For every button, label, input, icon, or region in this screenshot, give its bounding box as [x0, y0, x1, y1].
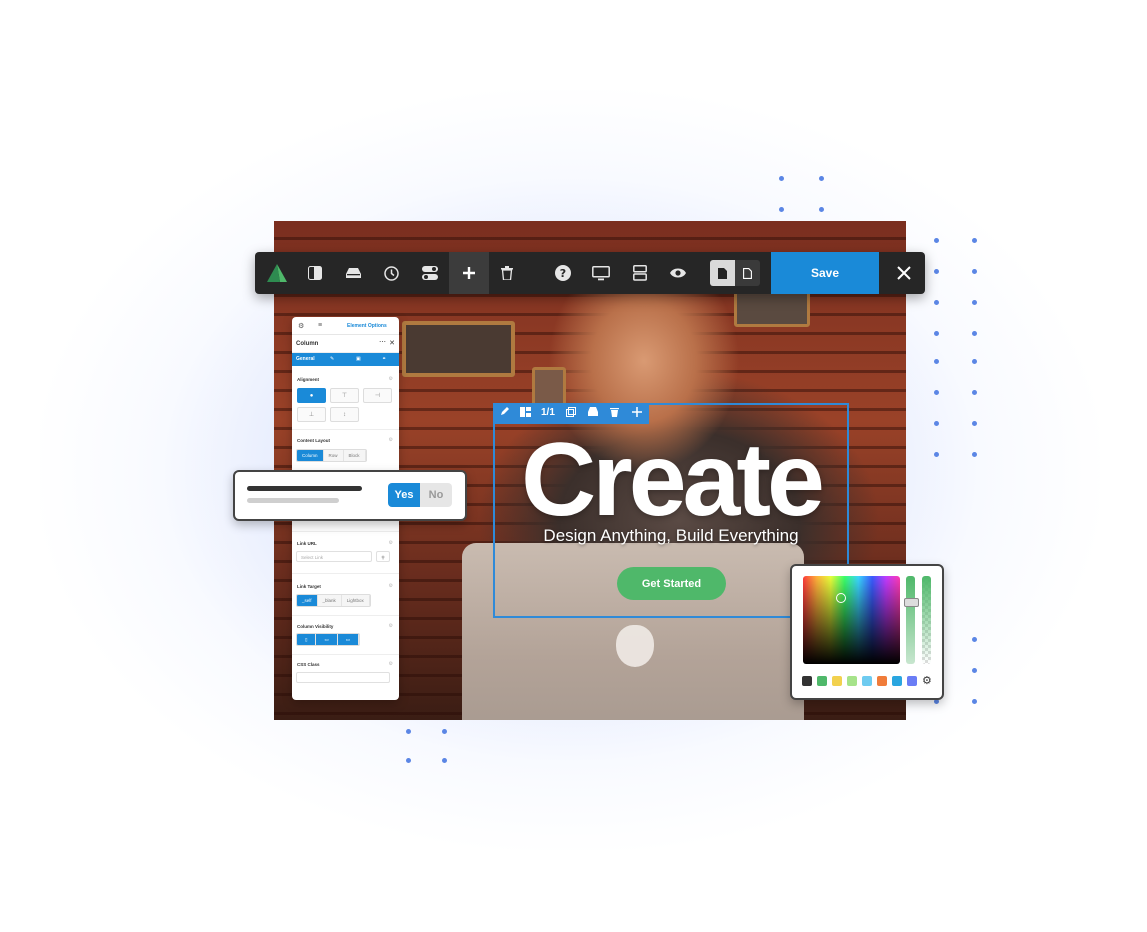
add-icon[interactable] [449, 252, 489, 294]
yes-no-toggle-card: Yes No [233, 470, 467, 521]
history-icon[interactable] [373, 252, 409, 294]
color-picker: ⚙ [790, 564, 944, 700]
color-swatch[interactable] [802, 676, 812, 686]
css-class-input[interactable] [296, 672, 390, 683]
layout-row-option[interactable]: Row [323, 450, 344, 461]
column-toolbar: 1/1 [493, 403, 649, 424]
tab-style-icon[interactable]: ✎ [330, 356, 334, 362]
color-swatch[interactable] [832, 676, 842, 686]
settings-icon[interactable]: ⚙ [298, 322, 304, 330]
desktop-icon[interactable] [583, 252, 619, 294]
panel-close-icon[interactable]: ✕ [389, 339, 395, 347]
panel-title-row: Column ⋯ ✕ [292, 335, 399, 353]
target-self-option[interactable]: _self [297, 595, 318, 606]
tablet-visibility-icon[interactable]: ▭ [316, 634, 338, 645]
color-selector-handle[interactable] [836, 593, 846, 603]
visibility-segmented: ▯ ▭ ▭ [296, 633, 361, 646]
tab-general[interactable]: General [296, 356, 315, 362]
no-option[interactable]: No [420, 483, 452, 507]
divider [292, 573, 399, 574]
page-blank-icon[interactable] [735, 260, 760, 286]
color-swatch[interactable] [862, 676, 872, 686]
tab-link-icon[interactable]: ⚭ [382, 356, 386, 362]
columns-icon[interactable] [520, 407, 531, 420]
color-swatch[interactable] [892, 676, 902, 686]
link-target-settings-icon[interactable]: ⚙ [389, 583, 393, 589]
link-url-input[interactable]: Select Link [296, 551, 372, 562]
page-icon[interactable] [710, 260, 735, 286]
layout-block-option[interactable]: Block [343, 450, 366, 461]
align-top-button[interactable]: ⊤ [330, 388, 359, 403]
section-link-target-label: Link Target [297, 584, 321, 589]
panel-title: Column [296, 341, 319, 347]
content-layout-segmented: Column Row Block [296, 449, 367, 462]
align-bottom-button[interactable]: ⊥ [297, 407, 326, 422]
hue-slider-knob[interactable] [904, 598, 919, 607]
wall-frame [402, 321, 515, 377]
hue-slider[interactable] [904, 576, 919, 664]
divider [292, 531, 399, 532]
section-alignment-label: Alignment [297, 377, 319, 382]
save-template-icon[interactable] [588, 407, 598, 419]
link-picker-icon[interactable]: ⚲ [376, 551, 390, 562]
desktop-visibility-icon[interactable]: ▭ [337, 634, 360, 645]
css-class-settings-icon[interactable]: ⚙ [389, 661, 393, 667]
sections-icon[interactable] [622, 252, 658, 294]
color-spectrum[interactable] [803, 576, 900, 664]
link-target-segmented: _self _blank Lightbox [296, 594, 371, 607]
page-view-toggle [710, 260, 760, 286]
column-counter: 1/1 [541, 407, 555, 418]
link-url-settings-icon[interactable]: ⚙ [389, 540, 393, 546]
setting-label-placeholder [247, 486, 362, 491]
close-icon[interactable] [883, 252, 925, 294]
apple-logo-icon [616, 625, 654, 667]
duplicate-icon[interactable] [566, 407, 576, 420]
help-icon[interactable]: ? [545, 252, 581, 294]
layout-icon[interactable] [297, 252, 333, 294]
setting-description-placeholder [247, 498, 339, 503]
alignment-settings-icon[interactable]: ⚙ [389, 376, 393, 382]
swatch-settings-icon[interactable]: ⚙ [922, 674, 932, 687]
color-swatch[interactable] [877, 676, 887, 686]
tab-advanced-icon[interactable]: ▣ [356, 356, 361, 362]
save-button[interactable]: Save [771, 252, 879, 294]
builder-toolbar: ? Save [255, 252, 925, 294]
section-content-layout-label: Content Layout [297, 438, 330, 443]
menu-icon[interactable]: ≡ [318, 322, 322, 329]
section-column-visibility-label: Column Visibility [297, 624, 334, 629]
section-css-class-label: CSS Class [297, 662, 320, 667]
svg-text:?: ? [560, 267, 566, 280]
divider [292, 654, 399, 655]
section-link-url-label: Link URL [297, 541, 317, 546]
delete-icon[interactable] [610, 407, 619, 420]
stack-icon[interactable] [335, 252, 371, 294]
color-swatch[interactable] [847, 676, 857, 686]
layout-column-option[interactable]: Column [297, 450, 324, 461]
panel-tabs: General ✎ ▣ ⚭ [292, 353, 399, 366]
opacity-slider[interactable] [922, 576, 931, 664]
align-left-button[interactable]: ⊣ [363, 388, 392, 403]
panel-header: ⚙ ≡ Element Options [292, 317, 399, 335]
divider [292, 429, 399, 430]
toggle-icon[interactable] [412, 252, 448, 294]
move-icon[interactable] [632, 407, 642, 420]
yes-option[interactable]: Yes [388, 483, 420, 507]
visibility-settings-icon[interactable]: ⚙ [389, 623, 393, 629]
more-icon[interactable]: ⋯ [379, 338, 386, 346]
preview-icon[interactable] [660, 252, 696, 294]
divider [292, 615, 399, 616]
edit-icon[interactable] [500, 407, 509, 419]
color-swatch[interactable] [907, 676, 917, 686]
target-lightbox-option[interactable]: Lightbox [341, 595, 370, 606]
tab-element-options[interactable]: Element Options [347, 323, 387, 329]
logo-icon[interactable] [259, 252, 295, 294]
mobile-visibility-icon[interactable]: ▯ [297, 634, 317, 645]
trash-icon[interactable] [489, 252, 525, 294]
color-swatch[interactable] [817, 676, 827, 686]
align-center-button[interactable]: ● [297, 388, 326, 403]
align-stretch-button[interactable]: ↕ [330, 407, 359, 422]
target-blank-option[interactable]: _blank [317, 595, 342, 606]
content-layout-settings-icon[interactable]: ⚙ [389, 437, 393, 443]
